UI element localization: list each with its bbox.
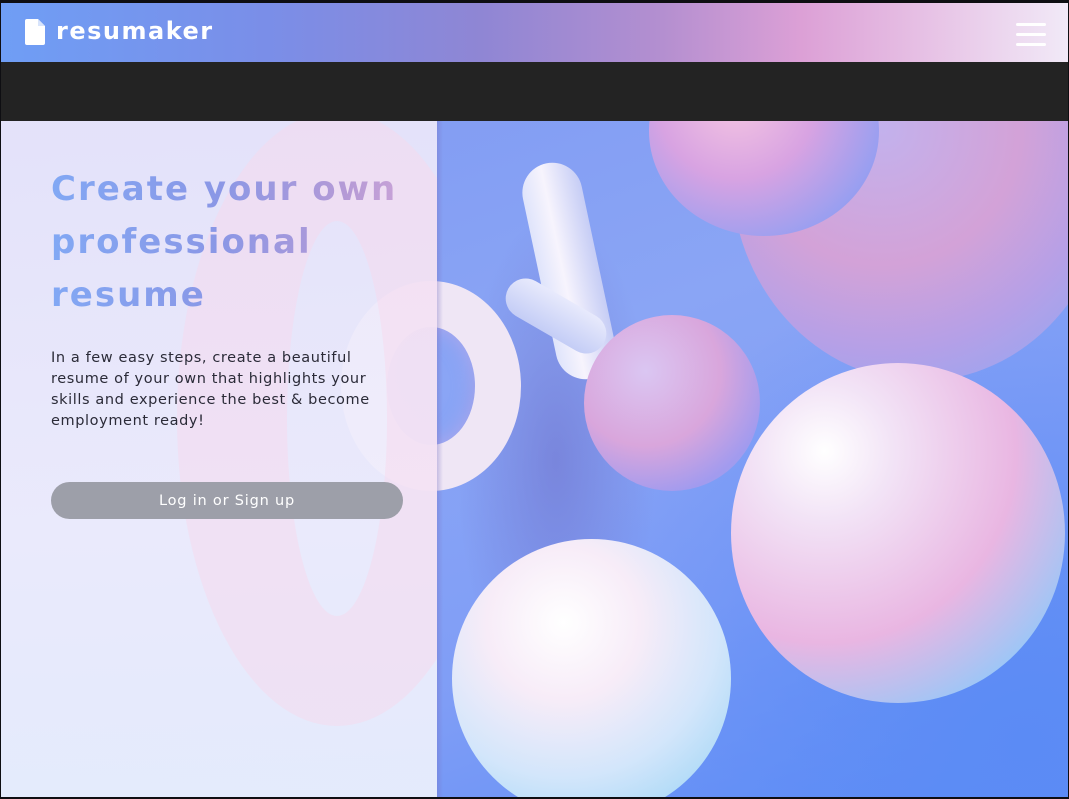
dark-banner	[1, 62, 1068, 121]
menu-line	[1016, 43, 1046, 46]
app-frame: resumaker Create your own professional r…	[1, 3, 1068, 797]
top-navbar: resumaker	[1, 3, 1068, 62]
hero-headline: Create your own professional resume	[51, 163, 421, 322]
background-sphere	[584, 315, 760, 491]
hero-text-panel: Create your own professional resume In a…	[1, 121, 437, 797]
background-sphere	[731, 363, 1065, 703]
hero-description: In a few easy steps, create a beautiful …	[51, 350, 370, 429]
menu-line	[1016, 33, 1046, 36]
hero-section: Create your own professional resume In a…	[1, 121, 1068, 797]
document-icon	[25, 19, 45, 45]
menu-line	[1016, 23, 1046, 26]
panel-divider	[437, 121, 443, 797]
background-sphere	[452, 539, 731, 797]
brand-name[interactable]: resumaker	[56, 17, 214, 45]
hamburger-menu-icon[interactable]	[1016, 21, 1046, 47]
login-signup-button[interactable]: Log in or Sign up	[51, 482, 403, 519]
